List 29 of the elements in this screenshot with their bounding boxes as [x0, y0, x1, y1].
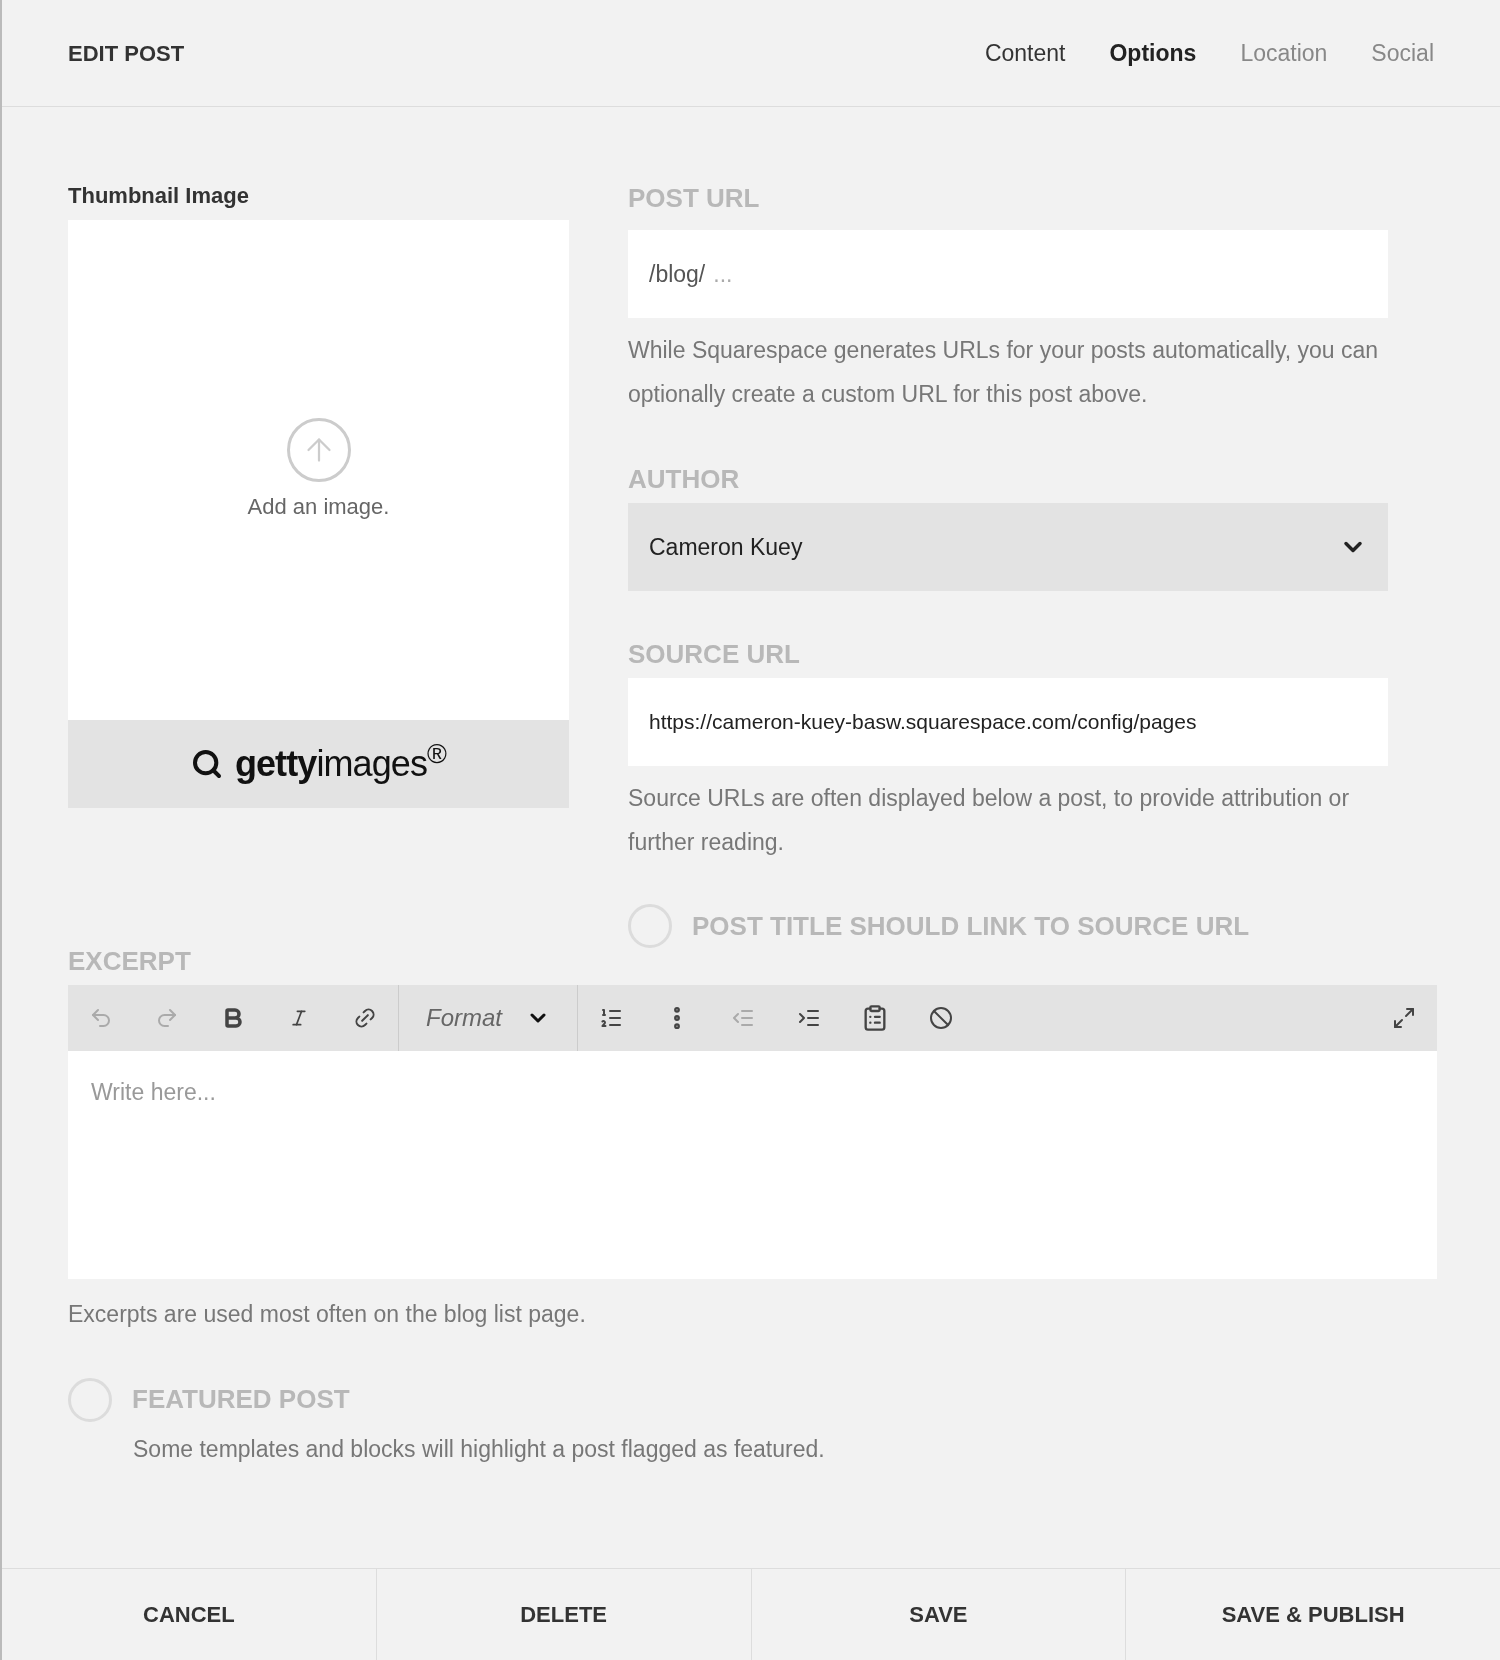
upload-icon [286, 417, 351, 482]
dialog-title: EDIT POST [68, 39, 185, 68]
help-text: While Squarespace generates URLs for your posts automatically, you can optionally create a custom URL for this post above. [628, 336, 1379, 409]
help-text: Source URLs are often displayed below a post, to provide attribution or further reading. [628, 784, 1351, 857]
toggle-label: POST TITLE SHOULD LINK TO SOURCE URL [692, 909, 1250, 943]
url-slug-input[interactable]: ... [713, 256, 1367, 292]
author-select[interactable]: Cameron Kuey [628, 503, 1388, 591]
tab[interactable]: Options [1109, 35, 1197, 71]
footer-button[interactable]: DELETE [375, 1569, 751, 1660]
format-dropdown[interactable]: Format [399, 985, 577, 1051]
footer-button[interactable]: SAVE [750, 1569, 1126, 1660]
help-text: Some templates and blocks will highlight a post flagged as featured. [133, 1434, 826, 1464]
field-label: POST URL [628, 182, 761, 215]
stock-logo: gettyimages$^{®}$ [234, 737, 447, 786]
image-upload-area[interactable]: Add an image. [68, 220, 569, 720]
footer-button[interactable]: CANCEL [2, 1569, 376, 1660]
search-icon [190, 748, 223, 780]
field-label: Thumbnail Image [68, 182, 250, 210]
stock-image-search-button[interactable]: gettyimages$^{®}$ [68, 720, 569, 808]
tab[interactable]: Content [984, 35, 1066, 71]
toggle-label: FEATURED POST [132, 1383, 350, 1416]
field-label: EXCERPT [68, 945, 192, 978]
help-text: Excerpts are used most often on the blog list page. [68, 1300, 587, 1329]
field-label: SOURCE URL [628, 638, 801, 671]
excerpt-editor[interactable]: Write here... [68, 1051, 1437, 1279]
field-label: AUTHOR [628, 463, 741, 496]
url-field[interactable]: /blog/ ... [628, 230, 1388, 318]
footer-button[interactable]: SAVE & PUBLISH [1125, 1569, 1500, 1660]
source-url-field[interactable]: https://cameron-kuey-basw.squarespace.com/config/pages [628, 678, 1388, 766]
